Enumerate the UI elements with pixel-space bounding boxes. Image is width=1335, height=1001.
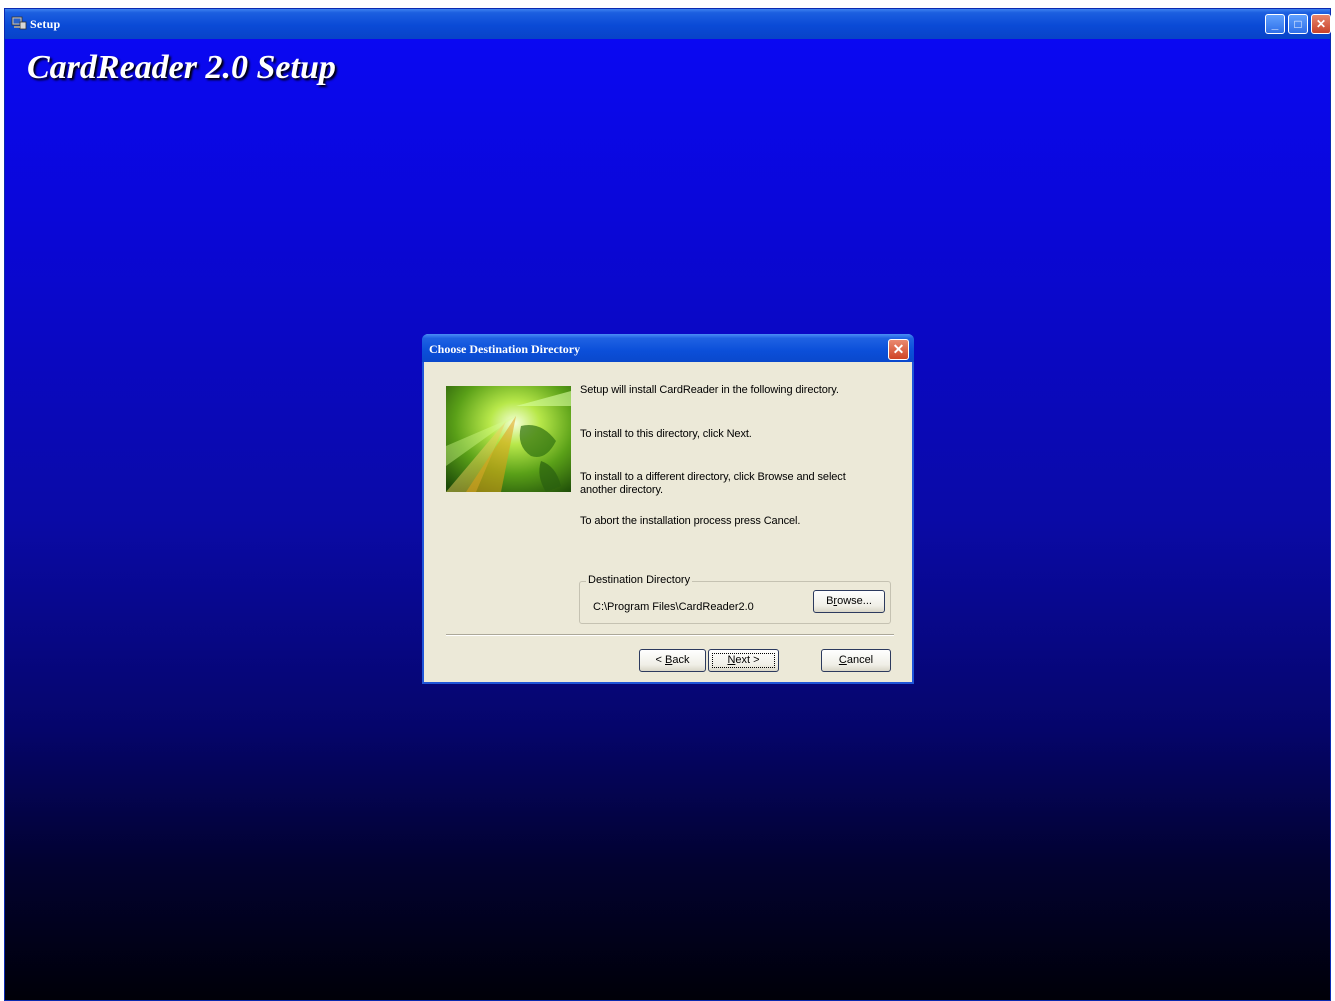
setup-computer-icon — [11, 16, 27, 30]
close-icon: ✕ — [1315, 17, 1327, 31]
minimize-button[interactable]: _ — [1265, 14, 1285, 34]
dialog-separator — [446, 634, 894, 636]
dialog-titlebar[interactable]: Choose Destination Directory ✕ — [422, 334, 914, 362]
window-titlebar[interactable]: Setup _ □ ✕ — [5, 9, 1331, 40]
group-label: Destination Directory — [586, 574, 693, 586]
globe-light-graphic — [446, 386, 571, 492]
dialog-title: Choose Destination Directory — [429, 342, 581, 356]
cancel-instruction-text: To abort the installation process press … — [580, 515, 801, 527]
next-button[interactable]: Next > — [708, 649, 779, 672]
close-icon: ✕ — [892, 341, 905, 357]
setup-heading: CardReader 2.0 Setup — [27, 49, 336, 86]
window-close-button[interactable]: ✕ — [1311, 14, 1331, 34]
cancel-button[interactable]: Cancel — [821, 649, 891, 672]
minimize-icon: _ — [1271, 17, 1279, 31]
maximize-button[interactable]: □ — [1288, 14, 1308, 34]
install-info-text: Setup will install CardReader in the fol… — [580, 384, 839, 396]
dialog-close-button[interactable]: ✕ — [888, 339, 909, 360]
window-title: Setup — [30, 17, 61, 31]
next-instruction-text: To install to this directory, click Next… — [580, 428, 752, 440]
back-button[interactable]: < Back — [639, 649, 706, 672]
browse-instruction-line2: another directory. — [580, 484, 663, 496]
browse-instruction-line1: To install to a different directory, cli… — [580, 471, 846, 483]
maximize-icon: □ — [1294, 17, 1302, 31]
destination-path: C:\Program Files\CardReader2.0 — [593, 601, 754, 613]
browse-instruction-text: To install to a different directory, cli… — [580, 471, 870, 497]
choose-destination-dialog: Choose Destination Directory ✕ Setup wil… — [422, 334, 914, 684]
browse-button[interactable]: Browse... — [813, 590, 885, 613]
